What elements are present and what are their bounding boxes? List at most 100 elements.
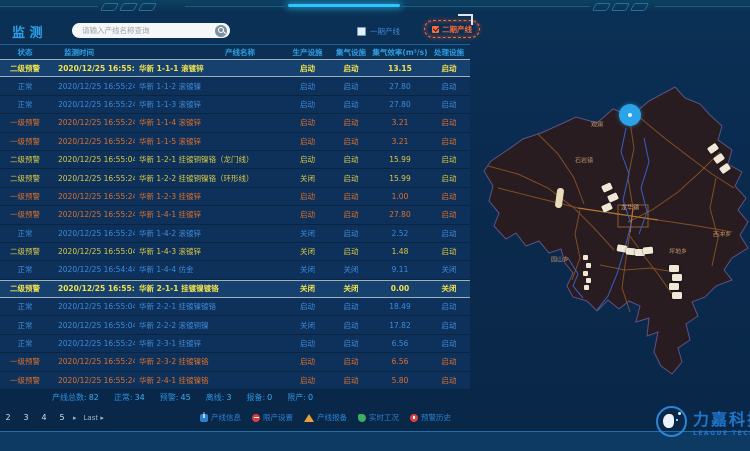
map-marker[interactable] (672, 292, 682, 299)
table-row[interactable]: 正常 2020/12/25 16:54:44 华新 1-4-4 仿金 关闭 关闭… (0, 261, 470, 279)
toolbar-item-icon (410, 414, 418, 422)
row-gas-efficiency: 0.00 (372, 284, 428, 293)
toolbar-item[interactable]: 实时工况 (358, 412, 399, 423)
map-marker[interactable] (669, 283, 679, 290)
toolbar-item-icon (358, 414, 366, 422)
table-row[interactable]: 二级预警 2020/12/25 16:55:24 华新 1-2-2 挂镀铜镍铬（… (0, 169, 470, 187)
row-processing-facility: 关闭 (428, 264, 470, 275)
table-row[interactable]: 一级预警 2020/12/25 16:55:24 华新 1-1-4 滚镀锌 启动… (0, 114, 470, 132)
summary-value: 45 (180, 393, 190, 402)
row-line-name: 华新 2-2-2 滚镀铜镍 (135, 320, 285, 331)
page-number-button[interactable]: 2 (4, 413, 12, 422)
bottom-toolbar: 产线信息 限产设置 产线报备 实时工况 预警历史 (200, 412, 451, 423)
toolbar-item[interactable]: 产线信息 (200, 412, 241, 423)
row-monitor-time: 2020/12/25 16:55:24 (50, 229, 135, 238)
table-row[interactable]: 正常 2020/12/25 16:55:24 华新 1-1-2 滚镀镍 启动 启… (0, 77, 470, 95)
row-status: 二级预警 (0, 246, 50, 257)
map-marker-small[interactable] (584, 285, 589, 290)
logo-name-en: LEAGUE TECH (693, 430, 750, 437)
page-number-button[interactable]: 4 (40, 413, 48, 422)
search-input[interactable] (72, 23, 230, 38)
table-row[interactable]: 二级预警 2020/12/25 16:55:24 华新 2-1-1 挂镀镍镀铬 … (0, 280, 470, 298)
row-monitor-time: 2020/12/25 16:55:24 (50, 210, 135, 219)
map-alert-circle[interactable] (619, 104, 641, 126)
row-monitor-time: 2020/12/25 16:55:04 (50, 321, 135, 330)
table-row[interactable]: 二级预警 2020/12/25 16:55:04 华新 1-2-1 挂镀铜镍铬（… (0, 151, 470, 169)
row-production-facility: 启动 (285, 154, 330, 165)
row-status: 二级预警 (0, 63, 50, 74)
row-monitor-time: 2020/12/25 16:55:24 (50, 100, 135, 109)
table-row[interactable]: 正常 2020/12/25 16:55:04 华新 2-2-2 滚镀铜镍 关闭 … (0, 316, 470, 334)
toolbar-item-label: 实时工况 (369, 412, 399, 423)
table-row[interactable]: 二级预警 2020/12/25 16:55:24 华新 1-1-1 滚镀锌 启动… (0, 59, 470, 77)
map-marker[interactable] (643, 247, 654, 255)
toolbar-item-label: 限产设置 (263, 412, 293, 423)
map-marker[interactable] (669, 265, 679, 272)
row-status: 一级预警 (0, 136, 50, 147)
table-row[interactable]: 一级预警 2020/12/25 16:55:24 华新 2-3-2 挂镀镍铬 启… (0, 353, 470, 371)
decor-line (0, 6, 98, 7)
toolbar-item-icon (200, 414, 208, 422)
map-marker-small[interactable] (583, 255, 588, 260)
row-gas-efficiency: 15.99 (372, 174, 428, 183)
map-marker[interactable] (672, 274, 682, 281)
region-map[interactable]: 观澜 石岩镇 龙华镇 西冲乡 园山乡 坪地乡 (480, 60, 750, 400)
row-line-name: 华新 1-2-3 挂镀锌 (135, 191, 285, 202)
table-row[interactable]: 正常 2020/12/25 16:55:24 华新 1-4-2 滚镀锌 关闭 启… (0, 225, 470, 243)
row-gas-collection-facility: 启动 (330, 301, 372, 312)
map-marker-small[interactable] (586, 278, 591, 283)
row-status: 正常 (0, 81, 50, 92)
search-icon[interactable] (215, 25, 227, 37)
toolbar-item-icon (252, 414, 260, 422)
summary-item: 限产:0 (287, 392, 313, 403)
row-production-facility: 关闭 (285, 228, 330, 239)
map-region-boundary (484, 87, 748, 374)
row-monitor-time: 2020/12/25 16:55:24 (50, 174, 135, 183)
row-production-facility: 启动 (285, 63, 330, 74)
row-monitor-time: 2020/12/25 16:54:44 (50, 265, 135, 274)
next-page-button[interactable]: ▸ (73, 414, 77, 422)
row-processing-facility: 启动 (428, 338, 470, 349)
table-row[interactable]: 正常 2020/12/25 16:55:04 华新 2-2-1 挂镀镍镀铬 启动… (0, 298, 470, 316)
table-row[interactable]: 正常 2020/12/25 16:55:24 华新 2-3-1 挂镀锌 启动 启… (0, 335, 470, 353)
corner-bracket-decor (458, 14, 473, 25)
row-processing-facility: 启动 (428, 81, 470, 92)
table-row[interactable]: 二级预警 2020/12/25 16:55:04 华新 1-4-3 滚镀锌 关闭… (0, 243, 470, 261)
row-gas-efficiency: 1.48 (372, 247, 428, 256)
bottom-band (0, 431, 750, 451)
table-row[interactable]: 一级预警 2020/12/25 16:55:24 华新 1-2-3 挂镀锌 启动… (0, 188, 470, 206)
row-processing-facility: 启动 (428, 191, 470, 202)
row-monitor-time: 2020/12/25 16:55:24 (50, 64, 135, 73)
map-marker-small[interactable] (586, 263, 591, 268)
row-monitor-time: 2020/12/25 16:55:24 (50, 339, 135, 348)
row-line-name: 华新 1-4-2 滚镀锌 (135, 228, 285, 239)
last-page-button[interactable]: Last ▸ (84, 414, 104, 422)
row-gas-collection-facility: 启动 (330, 154, 372, 165)
toolbar-item[interactable]: 产线报备 (304, 412, 347, 423)
row-gas-efficiency: 6.56 (372, 339, 428, 348)
table-row[interactable]: 一级预警 2020/12/25 16:55:24 华新 1-4-1 挂镀锌 启动… (0, 206, 470, 224)
page-number-button[interactable]: 5 (58, 413, 66, 422)
page-number-button[interactable]: 3 (22, 413, 30, 422)
summary-item: 正常:34 (114, 392, 145, 403)
logo-name-cn: 力嘉科技 (693, 406, 750, 430)
toolbar-item[interactable]: 限产设置 (252, 412, 293, 423)
table-row[interactable]: 一级预警 2020/12/25 16:55:24 华新 2-4-1 挂镀镍铬 启… (0, 372, 470, 390)
map-marker-small[interactable] (583, 271, 588, 276)
row-gas-efficiency: 27.80 (372, 82, 428, 91)
row-production-facility: 关闭 (285, 264, 330, 275)
toolbar-item[interactable]: 预警历史 (410, 412, 451, 423)
phase2-label: 二期产线 (442, 24, 472, 35)
row-line-name: 华新 1-4-3 滚镀锌 (135, 246, 285, 257)
row-status: 正常 (0, 99, 50, 110)
row-processing-facility: 启动 (428, 356, 470, 367)
table-row[interactable]: 一级预警 2020/12/25 16:55:24 华新 1-1-5 滚镀锌 启动… (0, 133, 470, 151)
row-gas-efficiency: 3.21 (372, 118, 428, 127)
summary-value: 3 (226, 393, 231, 402)
phase1-line-checkbox[interactable]: 一期产线 (357, 26, 400, 37)
summary-item: 预警:45 (160, 392, 191, 403)
row-gas-efficiency: 3.21 (372, 137, 428, 146)
table-row[interactable]: 正常 2020/12/25 16:55:24 华新 1-1-3 滚镀锌 启动 启… (0, 96, 470, 114)
row-gas-collection-facility: 启动 (330, 173, 372, 184)
row-production-facility: 启动 (285, 356, 330, 367)
